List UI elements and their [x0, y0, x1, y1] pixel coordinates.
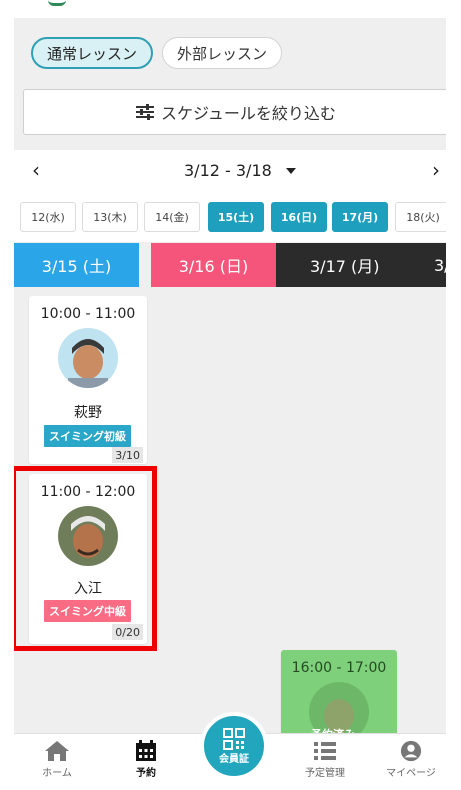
next-week-button[interactable]: › [424, 158, 446, 182]
avatar [58, 328, 118, 388]
nav-home[interactable]: ホーム [22, 740, 92, 779]
day-column-headers: 3/15 (土) 3/16 (日) 3/17 (月) 3/18 [14, 243, 446, 287]
nav-home-label: ホーム [42, 768, 72, 779]
level-tag: スイミング初級 [44, 425, 131, 447]
bottom-navigation: ホーム 予約 会員証 予定管理 マイページ [14, 712, 446, 790]
caret-down-icon [285, 167, 296, 174]
capacity-count: 3/10 [112, 447, 143, 463]
app-frame: 通常レッスン 外部レッスン スケジュールを絞り込む ‹ 3/12 - 3/18 … [14, 0, 446, 790]
week-range-selector[interactable]: 3/12 - 3/18 [184, 161, 296, 180]
tab-external-lesson[interactable]: 外部レッスン [162, 37, 283, 69]
day-chip[interactable]: 16(日) [271, 202, 327, 232]
qr-code-icon [223, 727, 245, 750]
nav-schedule-label: 予定管理 [305, 768, 345, 779]
day-chip[interactable]: 18(火) [395, 202, 446, 232]
user-circle-icon [400, 740, 422, 762]
prev-week-button[interactable]: ‹ [24, 158, 48, 182]
nav-mypage-label: マイページ [386, 768, 436, 779]
week-navigator: ‹ 3/12 - 3/18 › [14, 150, 446, 192]
tab-regular-lesson[interactable]: 通常レッスン [31, 37, 154, 69]
day-chip[interactable]: 14(金) [144, 202, 200, 232]
week-range-label: 3/12 - 3/18 [184, 161, 272, 180]
member-card-label: 会員証 [219, 753, 249, 765]
day-header-monday: 3/17 (月) [276, 243, 446, 287]
day-chip[interactable]: 13(木) [82, 202, 138, 232]
calendar-icon [136, 740, 156, 761]
day-chip[interactable]: 15(土) [208, 202, 264, 232]
member-card-button[interactable]: 会員証 [200, 712, 268, 780]
day-header-monday-label: 3/17 (月) [310, 257, 380, 276]
sliders-icon [136, 104, 155, 120]
day-chip-bar: 12(水) 13(木) 14(金) 15(土) 16(日) 17(月) 18(火… [14, 192, 446, 242]
highlight-box [14, 466, 157, 651]
header-strip [14, 0, 446, 18]
day-chip[interactable]: 12(水) [20, 202, 76, 232]
day-header-tuesday: 3/18 [432, 243, 446, 287]
instructor-name: 萩野 [74, 405, 102, 421]
nav-schedule[interactable]: 予定管理 [290, 740, 360, 779]
filter-label: スケジュールを絞り込む [161, 104, 336, 123]
logo-icon [48, 0, 66, 6]
day-header-sunday: 3/16 (日) [151, 243, 276, 287]
day-chip[interactable]: 17(月) [332, 202, 388, 232]
nav-reserve[interactable]: 予約 [111, 740, 181, 779]
lesson-card[interactable]: 10:00 - 11:00 萩野 スイミング初級 3/10 [29, 296, 147, 464]
day-header-saturday: 3/15 (土) [14, 243, 139, 287]
lesson-time: 16:00 - 17:00 [291, 660, 387, 676]
home-icon [45, 741, 69, 761]
lesson-time: 10:00 - 11:00 [40, 306, 136, 322]
lesson-type-tabs: 通常レッスン 外部レッスン [31, 37, 283, 69]
list-icon [314, 742, 336, 760]
schedule-filter-button[interactable]: スケジュールを絞り込む [23, 89, 446, 135]
nav-mypage[interactable]: マイページ [376, 740, 446, 779]
nav-reserve-label: 予約 [136, 768, 156, 779]
